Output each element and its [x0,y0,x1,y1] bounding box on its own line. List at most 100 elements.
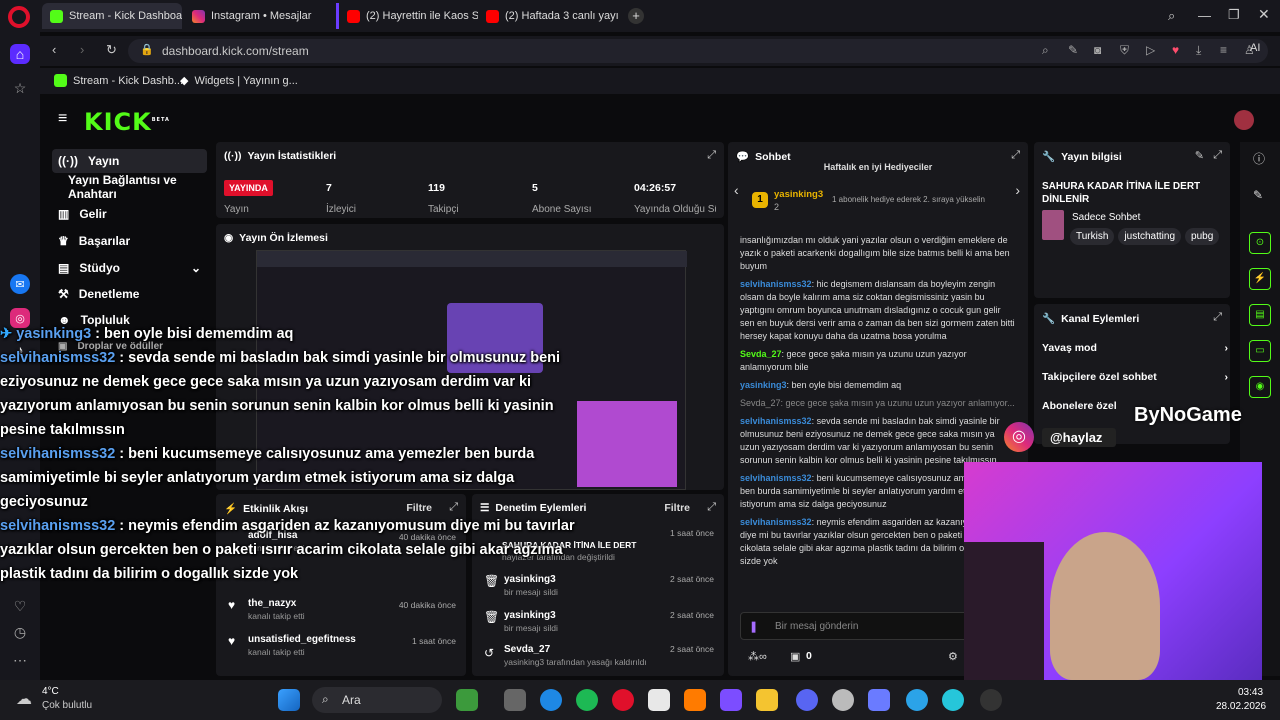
expand-icon[interactable]: ⤢ [1213,149,1222,162]
lightning-icon[interactable]: ⚡ [1249,268,1271,290]
studio-icon: ▤ [58,261,70,275]
chevron-right-icon[interactable]: › [1015,182,1020,198]
youtube-favicon-icon [486,9,499,23]
avatar[interactable] [1234,110,1254,130]
kick-logo[interactable]: KICKBETA [84,108,170,136]
chat-message: selvihanismss32: sevda sende mi basladın… [740,416,1000,465]
heart-bookmark-icon[interactable]: ♥ [1172,43,1179,57]
clip-icon[interactable]: ⊙ [1249,232,1271,254]
minimize-icon[interactable]: — [1198,8,1211,23]
gifter-heading: Haftalık en iyi Hediyeciler [823,162,933,172]
slow-mode-row[interactable]: Yavaş mod › [1042,342,1228,354]
chat-message: yasinking3: ben oyle bisi dememdim aq [740,380,902,390]
chatgpt-icon[interactable] [832,689,854,711]
list-item: unsatisfied_egefitness kanalı takip etti [248,634,356,657]
nav-yayin[interactable]: ((·)) Yayın [52,149,207,173]
chat-reply-preview: Sevda_27: gece gece şaka mısın ya uzunu … [740,398,1015,408]
heart-icon[interactable]: ♡ [10,596,30,616]
document-icon[interactable]: ▤ [1249,304,1271,326]
nav-studyo[interactable]: ▤ Stüdyo ⌄ [52,256,207,280]
taskbar-search[interactable]: ⌕ Ara [312,687,442,713]
tag[interactable]: justchatting [1118,228,1182,245]
expand-icon[interactable]: ⤢ [1011,149,1020,162]
points-value: 0 [806,650,812,662]
home-icon[interactable]: ⌂ [10,44,30,64]
address-toolbar: ‹ › ↻ 🔒 dashboard.kick.com/stream ⌕ ✎ ◙ … [40,36,1280,66]
search-tabs-icon[interactable]: ⌕ [1168,8,1175,24]
expand-icon[interactable]: ⤢ [707,149,716,162]
obs-icon[interactable] [980,689,1002,711]
task-view-icon[interactable] [504,689,526,711]
history-icon[interactable]: ◷ [10,622,30,642]
app-icon[interactable] [868,689,890,711]
zoom-icon[interactable]: ⌕ [1042,43,1049,58]
hamburger-menu-icon[interactable]: ≡ [58,110,67,128]
info-icon[interactable]: ⓘ [1253,150,1265,167]
windows-start-icon[interactable] [278,689,300,711]
more-icon[interactable]: ⋯ [10,650,30,670]
tag[interactable]: pubg [1185,228,1220,245]
nav-gelir[interactable]: ▥ Gelir [52,202,207,226]
edit-icon[interactable]: ✎ [1195,149,1204,162]
edge-icon[interactable] [540,689,562,711]
new-tab-button[interactable]: + [628,8,644,24]
connections-icon[interactable]: ⁂∞ [748,650,767,663]
weather-desc[interactable]: Çok bulutlu [42,700,92,711]
broadcast-icon[interactable]: ◉ [1249,376,1271,398]
back-icon[interactable]: ‹ [52,42,56,57]
stream-chat-overlay: ✈ yasinking3 : ben oyle bisi dememdim aq… [0,322,600,586]
aria-ai-button[interactable]: AI [1250,42,1260,54]
expand-icon[interactable]: ⤢ [1213,311,1222,324]
category-name[interactable]: Sadece Sohbet [1072,212,1140,223]
clock-date[interactable]: 28.02.2026 [1216,701,1266,712]
camera-icon[interactable]: ◙ [1094,43,1101,57]
tab-kick-dashboard[interactable]: Stream - Kick Dashboard [42,3,182,29]
bookmark-kick[interactable]: Stream - Kick Dashb... [54,74,183,87]
chat-icon[interactable]: ▭ [1249,340,1271,362]
settings-gear-icon[interactable]: ⚙ [948,650,958,663]
tab-youtube-1[interactable]: (2) Hayrettin ile Kaos Show [336,3,478,29]
office-icon[interactable] [684,689,706,711]
nav-basarilar[interactable]: ♛ Başarılar [52,229,207,253]
messenger-icon[interactable]: ✉ [10,274,30,294]
store-icon[interactable] [648,689,670,711]
opera-logo-icon[interactable] [8,6,30,28]
discord-icon[interactable] [796,689,818,711]
chevron-left-icon[interactable]: ‹ [734,182,739,198]
download-icon[interactable]: ⤓ [1196,43,1201,58]
folder-icon[interactable] [756,689,778,711]
maximize-icon[interactable]: ❐ [1228,7,1240,23]
pencil-icon[interactable]: ✎ [1253,188,1263,202]
app-icon[interactable] [906,689,928,711]
followers-only-row[interactable]: Takipçilere özel sohbet › [1042,371,1228,383]
weather-temp[interactable]: 4°C [42,686,59,697]
stream-title: SAHURA KADAR İTİNA İLE DERT DİNLENİR [1042,181,1201,205]
subs-label: Abone Sayısı [532,204,592,215]
edit-icon[interactable]: ✎ [1068,43,1078,57]
app-icon[interactable] [942,689,964,711]
pinboard-icon[interactable]: ☆ [10,78,30,98]
wrench-icon: 🔧 [1042,151,1056,163]
nav-stream-key[interactable]: Yayın Bağlantısı ve Anahtarı [62,173,222,201]
play-icon[interactable]: ▷ [1146,43,1155,57]
shield-icon[interactable]: ⛨ [1120,43,1129,58]
menu-icon[interactable]: ≡ [1220,43,1227,57]
game-icon[interactable] [456,689,478,711]
tab-youtube-2[interactable]: (2) Haftada 3 canlı yayın [478,3,618,29]
clock-time[interactable]: 03:43 [1238,687,1263,698]
list-item: Sevda_27 yasinking3 tarafından yasağı kal… [504,644,647,667]
spotify-icon[interactable] [576,689,598,711]
close-window-icon[interactable]: ✕ [1258,6,1270,23]
vpn-icon[interactable] [720,689,742,711]
moderation-filter-button[interactable]: Filtre [664,502,690,514]
address-field[interactable]: 🔒 dashboard.kick.com/stream ⌕ ✎ ◙ ⛨ ▷ ♥ … [128,39,1268,63]
expand-icon[interactable]: ⤢ [707,501,716,514]
nav-denetleme[interactable]: ⚒ Denetleme [52,282,207,306]
tag[interactable]: Turkish [1070,228,1115,245]
bookmark-widgets[interactable]: ◆ Widgets | Yayının g... [180,74,298,88]
tab-instagram[interactable]: Instagram • Mesajlar [184,3,324,29]
instagram-favicon-icon [192,9,205,23]
reload-icon[interactable]: ↻ [106,42,117,58]
opera-icon[interactable] [612,689,634,711]
forward-icon[interactable]: › [80,42,84,57]
